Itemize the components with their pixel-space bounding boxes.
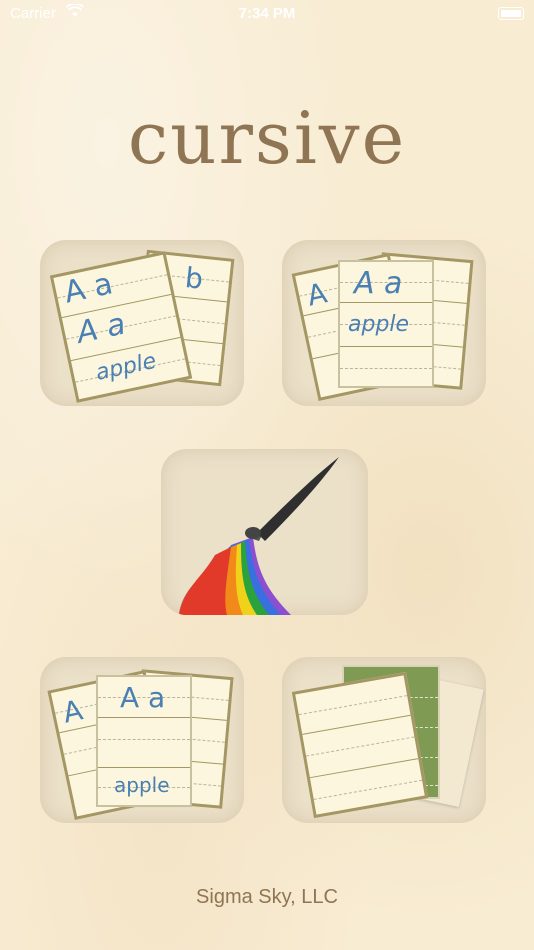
company-name: Sigma Sky, LLC	[196, 886, 338, 908]
letters-cursive: A a	[354, 266, 403, 301]
blank-paper-button[interactable]	[282, 657, 486, 823]
edge-letter: A	[304, 276, 330, 313]
battery-icon	[498, 7, 524, 20]
cursive-card-icon: A A a apple	[282, 240, 486, 406]
letters-trace: A a	[120, 681, 166, 714]
status-bar: Carrier 7:34 PM	[0, 0, 534, 28]
draw-button[interactable]	[161, 449, 368, 615]
app-title: cursive	[127, 96, 407, 180]
edge-letter: A	[60, 693, 86, 730]
word-apple: apple	[93, 348, 159, 386]
clock: 7:34 PM	[238, 5, 296, 22]
lined-paper	[291, 671, 429, 819]
flashcards-button[interactable]: b A a A a apple	[40, 240, 244, 406]
letters-print: A a	[61, 266, 116, 311]
cursive-cards-button[interactable]: A A a apple	[282, 240, 486, 406]
word-apple: apple	[348, 312, 410, 337]
tracing-cards-button[interactable]: A A a apple	[40, 657, 244, 823]
front-card: A a apple	[96, 675, 192, 807]
blank-paper-icon	[282, 657, 486, 823]
paint-brush-rainbow-icon	[179, 457, 339, 615]
front-card: A a apple	[338, 260, 434, 388]
letter-b: b	[183, 260, 205, 296]
word-apple: apple	[114, 773, 170, 797]
tracing-card-icon: A A a apple	[40, 657, 244, 823]
flashcards-icon: b A a A a apple	[40, 240, 244, 406]
